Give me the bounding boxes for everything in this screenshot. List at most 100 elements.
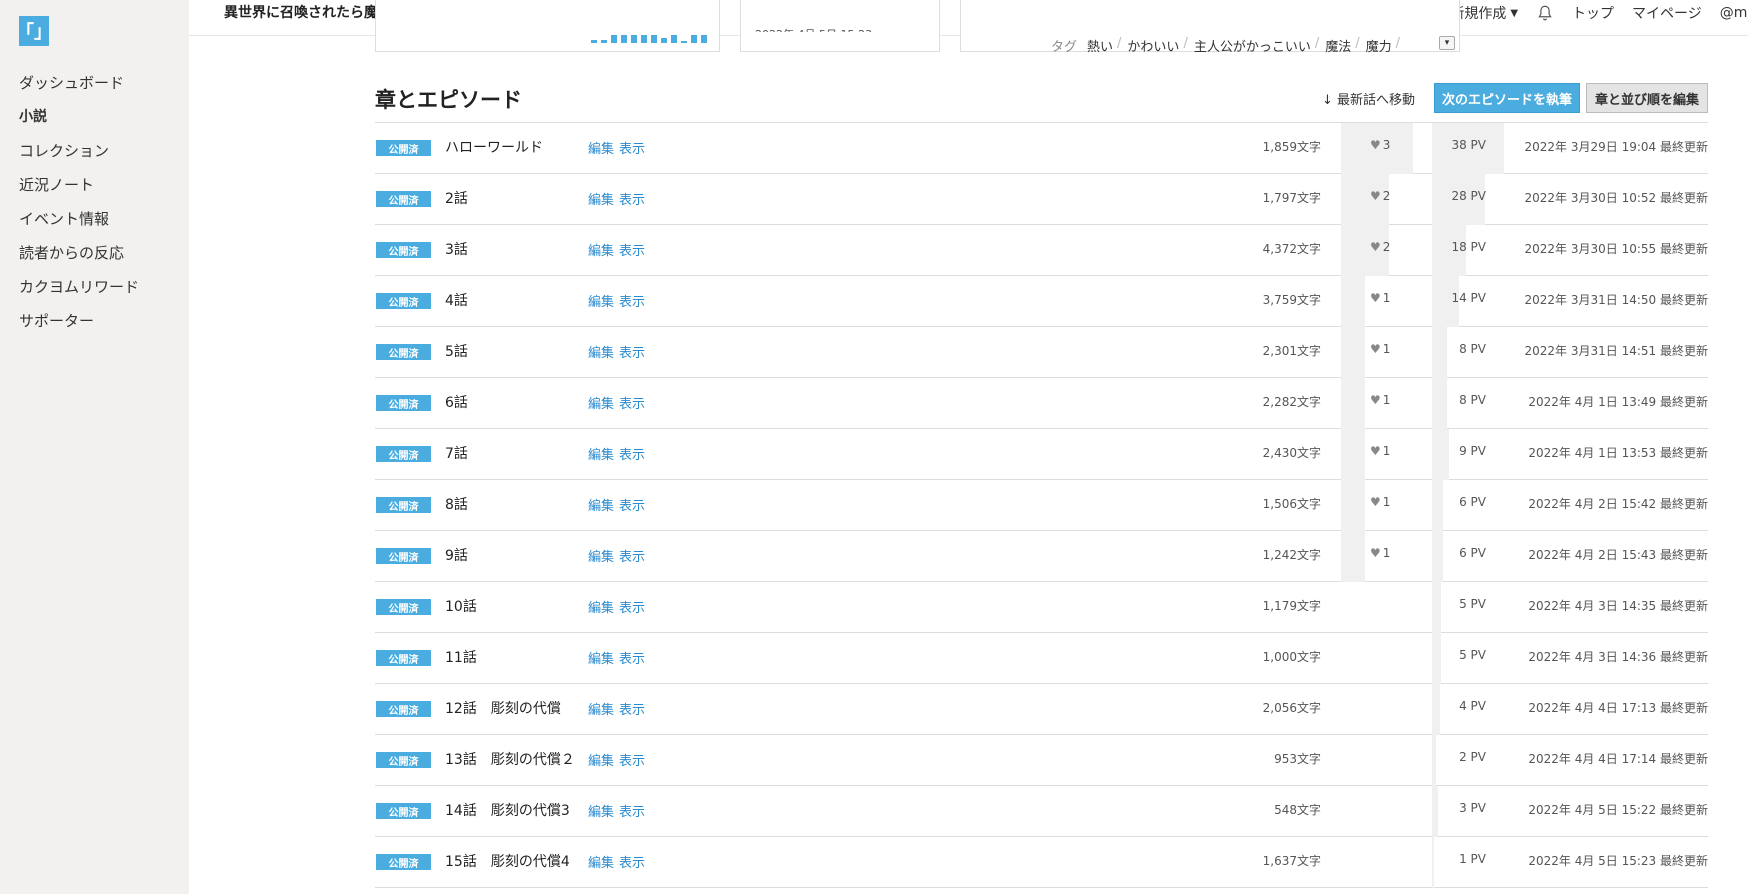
updated-date: 2022年 4月 3日 14:36 最終更新 (1528, 650, 1708, 664)
edit-link[interactable]: 編集 (588, 189, 614, 208)
tag-link[interactable]: 熱い (1087, 36, 1113, 55)
edit-link[interactable]: 編集 (588, 291, 614, 310)
pv-bar (1432, 684, 1440, 735)
char-count: 1,797文字 (1262, 191, 1321, 205)
top-link[interactable]: トップ (1572, 3, 1614, 23)
pv-count: 6 PV (1459, 495, 1486, 509)
tag-link[interactable]: 主人公がかっこいい (1194, 36, 1311, 55)
pv-bar (1432, 378, 1447, 429)
status-badge: 公開済 (376, 497, 431, 513)
pv-mini-bar (651, 35, 657, 43)
view-link[interactable]: 表示 (619, 648, 645, 667)
episode-title: ハローワールド (445, 140, 543, 156)
tag-separator: / (1183, 36, 1188, 51)
view-link[interactable]: 表示 (619, 597, 645, 616)
view-link[interactable]: 表示 (619, 342, 645, 361)
heart-icon: ♥ (1370, 342, 1381, 356)
heart-icon: ♥ (1370, 189, 1381, 203)
edit-link[interactable]: 編集 (588, 393, 614, 412)
sidebar-item[interactable]: コレクション (19, 140, 139, 174)
tag-link[interactable]: かわいい (1127, 36, 1179, 55)
pv-graph-panel (375, 0, 720, 52)
episode-title: 2話 (445, 191, 468, 207)
view-link[interactable]: 表示 (619, 750, 645, 769)
sidebar-item[interactable]: ダッシュボード (19, 72, 139, 106)
pv-count: 9 PV (1459, 444, 1486, 458)
episode-row: 公開済 8話 編集 表示 1,506文字 ♥ 1 6 PV 2022年 4月 2日 15:42 … (375, 480, 1708, 531)
updated-date: 2022年 4月 4日 17:13 最終更新 (1528, 701, 1708, 715)
episode-list: 公開済 ハローワールド 編集 表示 1,859文字 ♥ 3 38 PV 2022年 3月29日 … (375, 122, 1708, 888)
write-next-episode-button[interactable]: 次のエピソードを執筆 (1434, 83, 1580, 113)
hearts-count: ♥ 1 (1370, 291, 1390, 305)
edit-link[interactable]: 編集 (588, 648, 614, 667)
sidebar-item[interactable]: サポーター (19, 310, 139, 344)
edit-link[interactable]: 編集 (588, 699, 614, 718)
episode-row: 公開済 6話 編集 表示 2,282文字 ♥ 1 8 PV 2022年 4月 1日 13:49 … (375, 378, 1708, 429)
view-link[interactable]: 表示 (619, 240, 645, 259)
user-menu[interactable]: @ma (1720, 5, 1748, 21)
pv-count: 8 PV (1459, 393, 1486, 407)
char-count: 1,859文字 (1262, 140, 1321, 154)
pv-mini-bar (631, 35, 637, 43)
pv-mini-bar (691, 35, 697, 43)
edit-link[interactable]: 編集 (588, 138, 614, 157)
view-link[interactable]: 表示 (619, 189, 645, 208)
edit-link[interactable]: 編集 (588, 495, 614, 514)
view-link[interactable]: 表示 (619, 138, 645, 157)
status-badge: 公開済 (376, 854, 431, 870)
edit-link[interactable]: 編集 (588, 801, 614, 820)
bell-icon[interactable] (1536, 4, 1554, 22)
view-link[interactable]: 表示 (619, 291, 645, 310)
hearts-count: ♥ 3 (1370, 138, 1390, 152)
pv-mini-bar (701, 35, 707, 43)
hearts-count: ♥ 1 (1370, 444, 1390, 458)
view-link[interactable]: 表示 (619, 393, 645, 412)
episode-row: 公開済 4話 編集 表示 3,759文字 ♥ 1 14 PV 2022年 3月31日 14:50… (375, 276, 1708, 327)
edit-link[interactable]: 編集 (588, 342, 614, 361)
tag-link[interactable]: 魔力 (1366, 36, 1392, 55)
edit-link[interactable]: 編集 (588, 852, 614, 871)
sidebar-item[interactable]: 近況ノート (19, 174, 139, 208)
sidebar-item[interactable]: イベント情報 (19, 208, 139, 242)
kakuyomu-logo[interactable]: 「」 (16, 16, 52, 46)
episode-title: 11話 (445, 650, 477, 666)
status-badge: 公開済 (376, 599, 431, 615)
episode-title: 3話 (445, 242, 468, 258)
pv-mini-bar (591, 40, 597, 43)
pv-count: 14 PV (1451, 291, 1486, 305)
pv-mini-bar (611, 35, 617, 43)
mypage-link[interactable]: マイページ (1632, 3, 1702, 23)
view-link[interactable]: 表示 (619, 546, 645, 565)
view-link[interactable]: 表示 (619, 801, 645, 820)
sidebar-item[interactable]: 読者からの反応 (19, 242, 139, 276)
edit-link[interactable]: 編集 (588, 240, 614, 259)
char-count: 3,759文字 (1262, 293, 1321, 307)
updated-date: 2022年 3月31日 14:50 最終更新 (1524, 293, 1708, 307)
episode-title: 15話 彫刻の代償4 (445, 854, 570, 870)
pv-count: 8 PV (1459, 342, 1486, 356)
view-link[interactable]: 表示 (619, 852, 645, 871)
hearts-count: ♥ 2 (1370, 240, 1390, 254)
sidebar-item[interactable]: カクヨムリワード (19, 276, 139, 310)
view-link[interactable]: 表示 (619, 495, 645, 514)
view-link[interactable]: 表示 (619, 444, 645, 463)
edit-chapter-order-button[interactable]: 章と並び順を編集 (1586, 83, 1708, 113)
updated-date: 2022年 4月 3日 14:35 最終更新 (1528, 599, 1708, 613)
hearts-value: 1 (1382, 444, 1391, 458)
tag-separator: / (1314, 36, 1320, 51)
episode-row: 公開済 9話 編集 表示 1,242文字 ♥ 1 6 PV 2022年 4月 2日 15:43 … (375, 531, 1708, 582)
edit-link[interactable]: 編集 (588, 597, 614, 616)
updated-date: 2022年 3月31日 14:51 最終更新 (1524, 344, 1708, 358)
edit-link[interactable]: 編集 (588, 444, 614, 463)
edit-link[interactable]: 編集 (588, 750, 614, 769)
tag-select-chevron-icon[interactable]: ▾ (1439, 36, 1455, 50)
view-link[interactable]: 表示 (619, 699, 645, 718)
edit-link[interactable]: 編集 (588, 546, 614, 565)
sidebar-item[interactable]: 小説 (19, 106, 139, 140)
tag-link[interactable]: 魔法 (1325, 36, 1351, 55)
episode-row: 公開済 3話 編集 表示 4,372文字 ♥ 2 18 PV 2022年 3月30日 10:55… (375, 225, 1708, 276)
pv-count: 5 PV (1459, 648, 1486, 662)
pv-mini-bar (671, 35, 677, 43)
new-create-dropdown[interactable]: 新規作成 ▼ (1450, 3, 1518, 23)
jump-to-latest-link[interactable]: ↓ 最新話へ移動 (1322, 89, 1415, 108)
